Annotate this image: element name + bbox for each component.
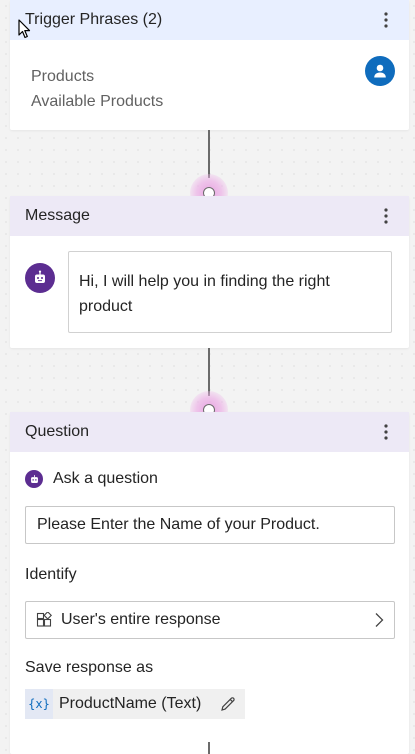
question-title: Question [25, 423, 90, 440]
message-body: Hi, I will help you in finding the right… [10, 236, 409, 348]
question-prompt-input[interactable]: Please Enter the Name of your Product. [25, 506, 395, 544]
more-options-icon[interactable] [377, 421, 395, 443]
identify-select[interactable]: User's entire response [25, 601, 395, 639]
message-card[interactable]: Message Hi, I will help you in finding t… [10, 196, 409, 348]
trigger-phrase: Available Products [31, 93, 164, 110]
connector-line [208, 348, 210, 396]
message-text-box[interactable]: Hi, I will help you in finding the right… [68, 251, 392, 333]
variable-name: ProductName (Text) [59, 695, 202, 712]
connector-line [208, 742, 210, 754]
identify-label: Identify [25, 566, 77, 583]
mouse-cursor-icon [18, 19, 31, 39]
trigger-body: Products Available Products [10, 40, 409, 130]
ask-question-label: Ask a question [53, 470, 158, 487]
question-prompt-text: Please Enter the Name of your Product. [37, 516, 320, 533]
entity-icon [36, 612, 52, 628]
trigger-phrase: Products [31, 68, 95, 85]
more-options-icon[interactable] [377, 205, 395, 227]
user-icon [365, 56, 395, 86]
authoring-canvas: Trigger Phrases (2) Products Available P… [0, 0, 415, 754]
save-response-label: Save response as [25, 659, 154, 676]
question-body: Ask a question Please Enter the Name of … [10, 464, 409, 719]
identify-value: User's entire response [61, 611, 221, 628]
ask-question-row: Ask a question [25, 464, 394, 494]
chevron-right-icon [374, 612, 384, 628]
message-title: Message [25, 207, 90, 224]
more-options-icon[interactable] [377, 9, 395, 31]
question-header: Question [10, 412, 409, 452]
trigger-header: Trigger Phrases (2) [10, 0, 409, 40]
question-card[interactable]: Question Ask a question Please Enter the… [10, 412, 409, 754]
message-header: Message [10, 196, 409, 236]
trigger-card[interactable]: Trigger Phrases (2) Products Available P… [10, 0, 409, 130]
variable-icon: {x} [25, 689, 53, 719]
variable-chip[interactable]: {x} ProductName (Text) [25, 689, 246, 719]
bot-icon [25, 263, 55, 293]
pencil-edit-icon[interactable] [219, 695, 237, 713]
connector-line [208, 130, 210, 178]
trigger-title: Trigger Phrases (2) [25, 11, 163, 28]
bot-icon [25, 470, 43, 488]
